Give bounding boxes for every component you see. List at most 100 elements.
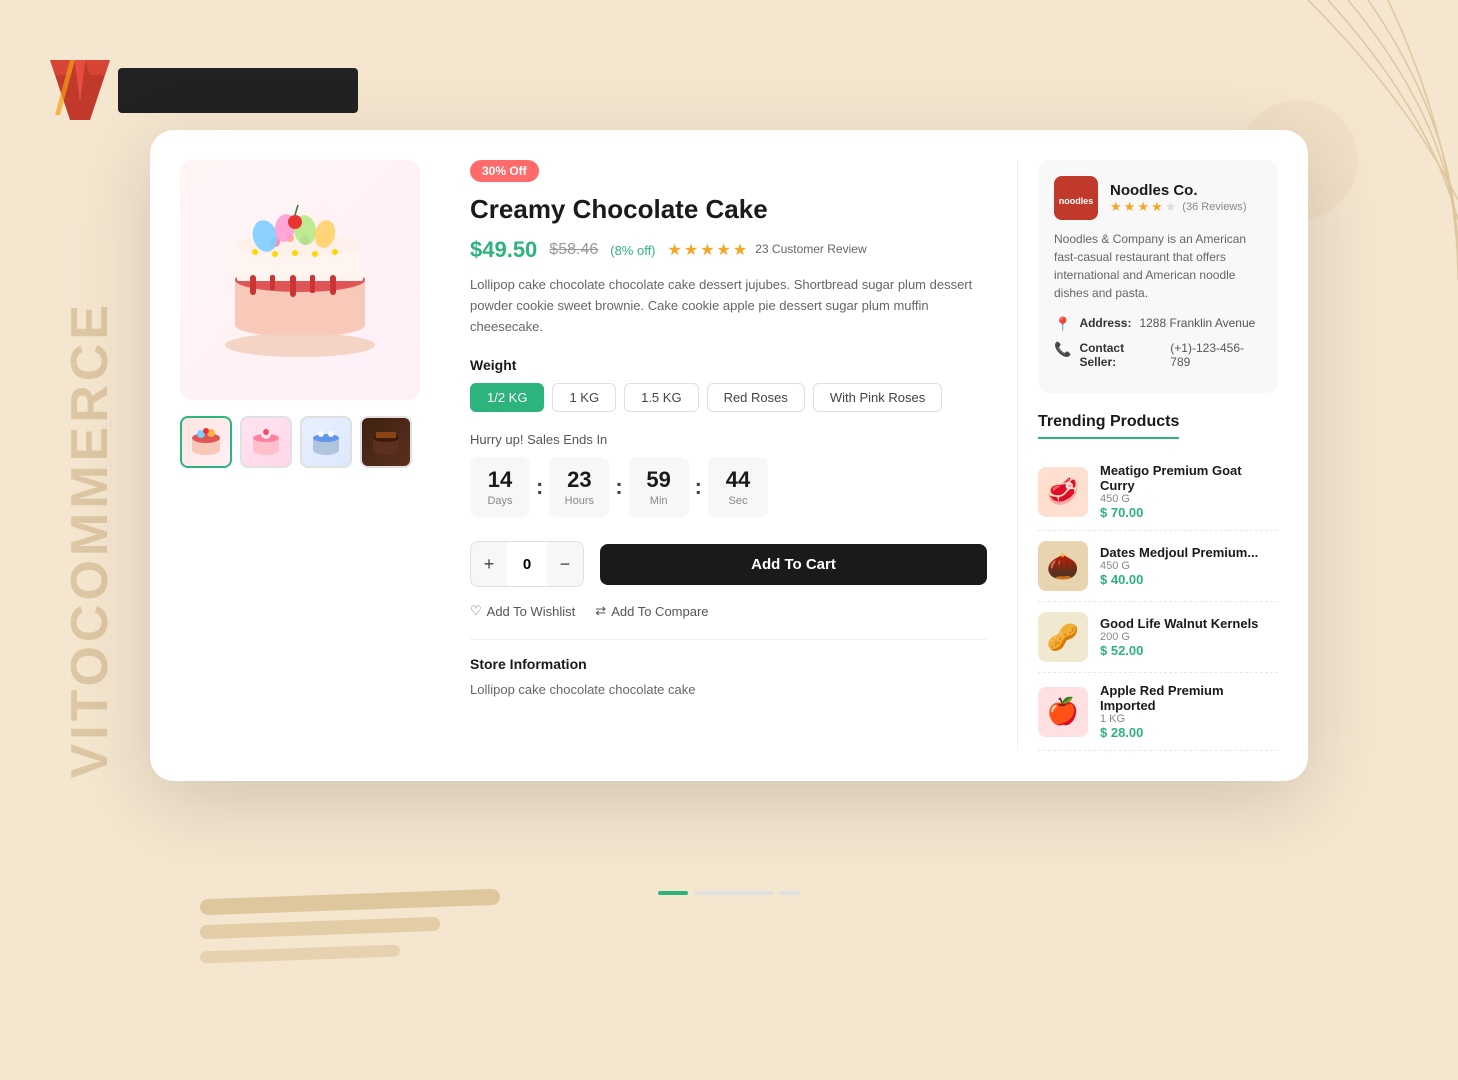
qty-increase-button[interactable]: − [547,542,583,586]
weight-btn-pink-roses[interactable]: With Pink Roses [813,383,942,412]
wishlist-compare-row: ♡ Add To Wishlist ⇄ Add To Compare [470,603,987,619]
price-discount-pct: (8% off) [610,243,655,258]
trending-price-2: $ 40.00 [1100,572,1258,587]
time-sep-3: : [695,474,702,500]
trending-name-4: Apple Red Premium Imported [1100,683,1278,713]
address-value: 1288 Franklin Avenue [1139,316,1255,330]
main-product-image [180,160,420,400]
trending-img-2: 🌰 [1038,541,1088,591]
store-info-section: Store Information Lollipop cake chocolat… [470,639,987,700]
logo-area [50,60,358,120]
svg-text:noodles: noodles [1059,196,1094,206]
countdown-section: Hurry up! Sales Ends In 14 Days : 23 Hou… [470,432,987,517]
thumbnail-3[interactable] [300,416,352,468]
product-title: Creamy Chocolate Cake [470,194,987,225]
seller-logo: noodles [1054,176,1098,220]
days-label: Days [484,495,516,507]
countdown-boxes: 14 Days : 23 Hours : 59 Min : 44 Sec [470,457,987,517]
scroll-indicator [658,891,800,895]
seller-rating: ★ ★ ★ ★ ★ (36 Reviews) [1110,199,1246,215]
trending-name-3: Good Life Walnut Kernels [1100,616,1258,631]
product-card: 30% Off Creamy Chocolate Cake $49.50 $58… [150,130,1308,781]
trending-img-1: 🥩 [1038,467,1088,517]
trending-item-4[interactable]: 🍎 Apple Red Premium Imported 1 KG $ 28.0… [1038,673,1278,751]
min-label: Min [643,495,675,507]
time-sep-2: : [615,474,622,500]
qty-decrease-button[interactable]: + [471,542,507,586]
seller-card: noodles Noodles Co. ★ ★ ★ ★ ★ (36 Review… [1038,160,1278,393]
seller-header: noodles Noodles Co. ★ ★ ★ ★ ★ (36 Review… [1054,176,1262,220]
price-original: $58.46 [549,241,598,259]
product-panel: 30% Off Creamy Chocolate Cake $49.50 $58… [440,160,1018,751]
seller-contact-row: 📞 Contact Seller: (+1)-123-456-789 [1054,341,1262,369]
logo-icon [50,60,110,120]
thumbnail-strip [180,416,440,468]
quantity-input[interactable] [507,556,547,573]
thumbnail-2[interactable] [240,416,292,468]
days-box: 14 Days [470,457,530,517]
cake-illustration [200,180,400,380]
weight-btn-red-roses[interactable]: Red Roses [707,383,805,412]
trending-item-3[interactable]: 🥜 Good Life Walnut Kernels 200 G $ 52.00 [1038,602,1278,673]
review-count: 23 Customer Review [755,242,866,258]
contact-value: (+1)-123-456-789 [1170,341,1262,369]
address-label: Address: [1079,316,1131,330]
trending-img-4: 🍎 [1038,687,1088,737]
logo-text-bar [118,68,358,113]
countdown-label: Hurry up! Sales Ends In [470,432,987,447]
quantity-control: + − [470,541,584,587]
image-panel [180,160,440,751]
seller-description: Noodles & Company is an American fast-ca… [1054,230,1262,302]
sec-label: Sec [722,495,754,507]
trending-info-4: Apple Red Premium Imported 1 KG $ 28.00 [1100,683,1278,740]
sec-box: 44 Sec [708,457,768,517]
days-value: 14 [484,467,516,493]
phone-icon: 📞 [1054,341,1071,358]
price-row: $49.50 $58.46 (8% off) ★ ★ ★ ★ ★ 23 Cust… [470,237,987,263]
cart-row: + − Add To Cart [470,541,987,587]
sec-value: 44 [722,467,754,493]
trending-price-4: $ 28.00 [1100,725,1278,740]
star-rating: ★ ★ ★ ★ ★ 23 Customer Review [668,240,867,260]
add-to-compare-link[interactable]: ⇄ Add To Compare [595,603,708,619]
thumbnail-4[interactable] [360,416,412,468]
add-to-wishlist-link[interactable]: ♡ Add To Wishlist [470,603,575,619]
trending-info-2: Dates Medjoul Premium... 450 G $ 40.00 [1100,545,1258,587]
discount-badge: 30% Off [470,160,539,182]
store-info-title: Store Information [470,656,987,672]
time-sep-1: : [536,474,543,500]
trending-qty-4: 1 KG [1100,713,1278,725]
sidebar-panel: noodles Noodles Co. ★ ★ ★ ★ ★ (36 Review… [1018,160,1278,751]
hours-box: 23 Hours [549,457,609,517]
seller-address-row: 📍 Address: 1288 Franklin Avenue [1054,316,1262,333]
min-box: 59 Min [629,457,689,517]
hours-label: Hours [563,495,595,507]
weight-btn-1-5kg[interactable]: 1.5 KG [624,383,698,412]
trending-img-3: 🥜 [1038,612,1088,662]
store-info-text: Lollipop cake chocolate chocolate cake [470,680,987,700]
seller-info: Noodles Co. ★ ★ ★ ★ ★ (36 Reviews) [1110,182,1246,215]
trending-title: Trending Products [1038,413,1179,439]
weight-section: Weight 1/2 KG 1 KG 1.5 KG Red Roses With… [470,357,987,412]
trending-item-1[interactable]: 🥩 Meatigo Premium Goat Curry 450 G $ 70.… [1038,453,1278,531]
thumbnail-1[interactable] [180,416,232,468]
location-icon: 📍 [1054,316,1071,333]
trending-name-2: Dates Medjoul Premium... [1100,545,1258,560]
min-value: 59 [643,467,675,493]
add-to-cart-button[interactable]: Add To Cart [600,544,987,585]
heart-icon: ♡ [470,603,482,619]
trending-section: Trending Products 🥩 Meatigo Premium Goat… [1038,413,1278,751]
compare-icon: ⇄ [595,603,606,619]
trending-item-2[interactable]: 🌰 Dates Medjoul Premium... 450 G $ 40.00 [1038,531,1278,602]
trending-qty-3: 200 G [1100,631,1258,643]
contact-label: Contact Seller: [1079,341,1162,369]
weight-label: Weight [470,357,987,373]
weight-btn-half-kg[interactable]: 1/2 KG [470,383,544,412]
trending-info-3: Good Life Walnut Kernels 200 G $ 52.00 [1100,616,1258,658]
weight-btn-1kg[interactable]: 1 KG [552,383,616,412]
trending-price-1: $ 70.00 [1100,505,1278,520]
weight-options: 1/2 KG 1 KG 1.5 KG Red Roses With Pink R… [470,383,987,412]
seller-review-count: (36 Reviews) [1182,201,1246,213]
trending-qty-2: 450 G [1100,560,1258,572]
seller-name: Noodles Co. [1110,182,1246,199]
